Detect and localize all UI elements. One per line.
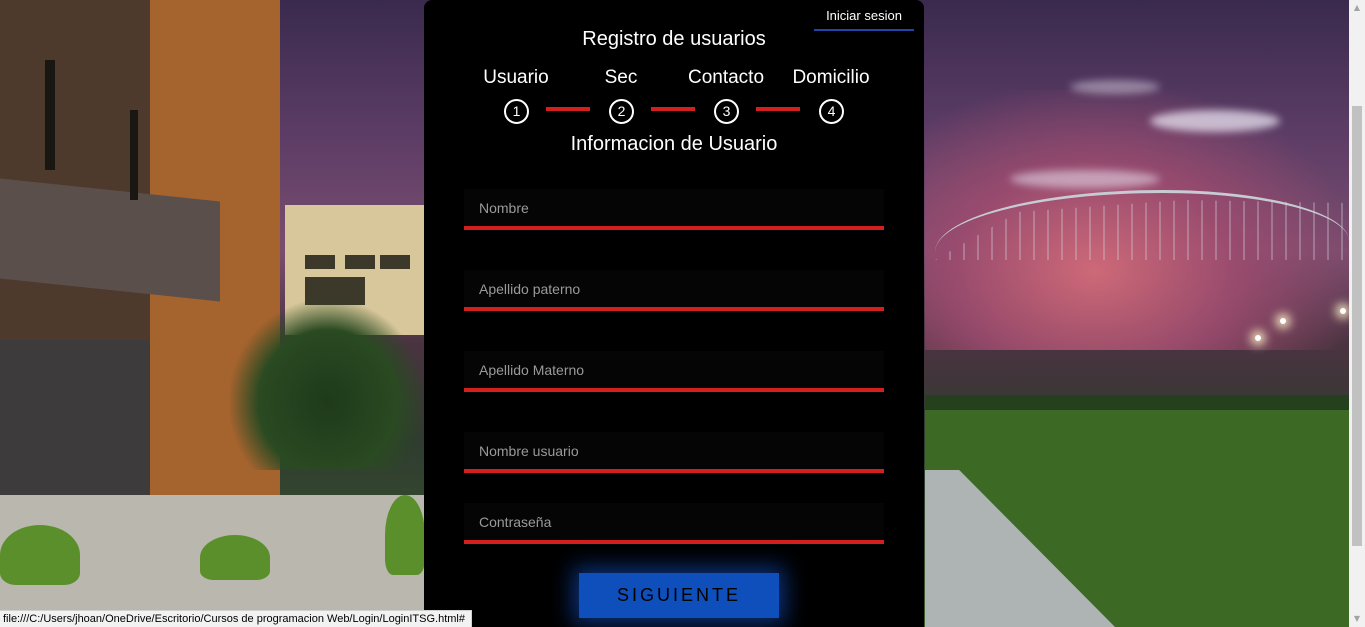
bush [385,495,425,575]
cloud [1070,80,1160,94]
first-name-field [464,189,884,230]
progress-steps: Usuario Sec Contacto Domicilio 1 2 3 4 [424,67,924,127]
section-title: Informacion de Usuario [570,133,778,155]
building-entrance [0,340,150,500]
login-link[interactable]: Iniciar sesion [814,0,914,31]
username-field [464,432,884,473]
username-input[interactable] [464,432,884,469]
next-button[interactable]: SIGUIENTE [579,573,779,618]
step-connector [546,107,590,111]
page-scrollbar[interactable]: ▲ ▼ [1349,0,1365,627]
step-2-circle: 2 [609,99,634,124]
step-label-sec: Sec [604,67,638,88]
registration-card: Iniciar sesion Registro de usuarios Usua… [424,0,924,627]
status-bar-url: file:///C:/Users/jhoan/OneDrive/Escritor… [0,610,472,627]
step-3-circle: 3 [714,99,739,124]
cloud [1150,110,1280,132]
bush [200,535,270,580]
scroll-thumb[interactable] [1352,106,1362,546]
step-4-circle: 4 [819,99,844,124]
step-label-contacto: Contacto [687,67,765,88]
step-connector [756,107,800,111]
building-window [380,255,410,269]
step-1-circle: 1 [504,99,529,124]
page-title: Registro de usuarios [582,28,766,50]
password-field [464,503,884,544]
light [1280,318,1286,324]
maternal-surname-field [464,351,884,392]
step-label-domicilio: Domicilio [792,67,870,88]
bush [0,525,80,585]
building-window [345,255,375,269]
trees-left [230,300,425,470]
light [1255,335,1261,341]
building-window [130,110,138,200]
scroll-down-arrow-icon[interactable]: ▼ [1349,611,1365,627]
paternal-surname-field [464,270,884,311]
building-window [305,255,335,269]
password-input[interactable] [464,503,884,540]
scroll-up-arrow-icon[interactable]: ▲ [1349,0,1365,16]
first-name-input[interactable] [464,189,884,226]
light [1340,308,1346,314]
maternal-surname-input[interactable] [464,351,884,388]
paternal-surname-input[interactable] [464,270,884,307]
step-label-usuario: Usuario [483,67,549,88]
cloud [1010,170,1160,188]
building-window [45,60,55,170]
step-connector [651,107,695,111]
